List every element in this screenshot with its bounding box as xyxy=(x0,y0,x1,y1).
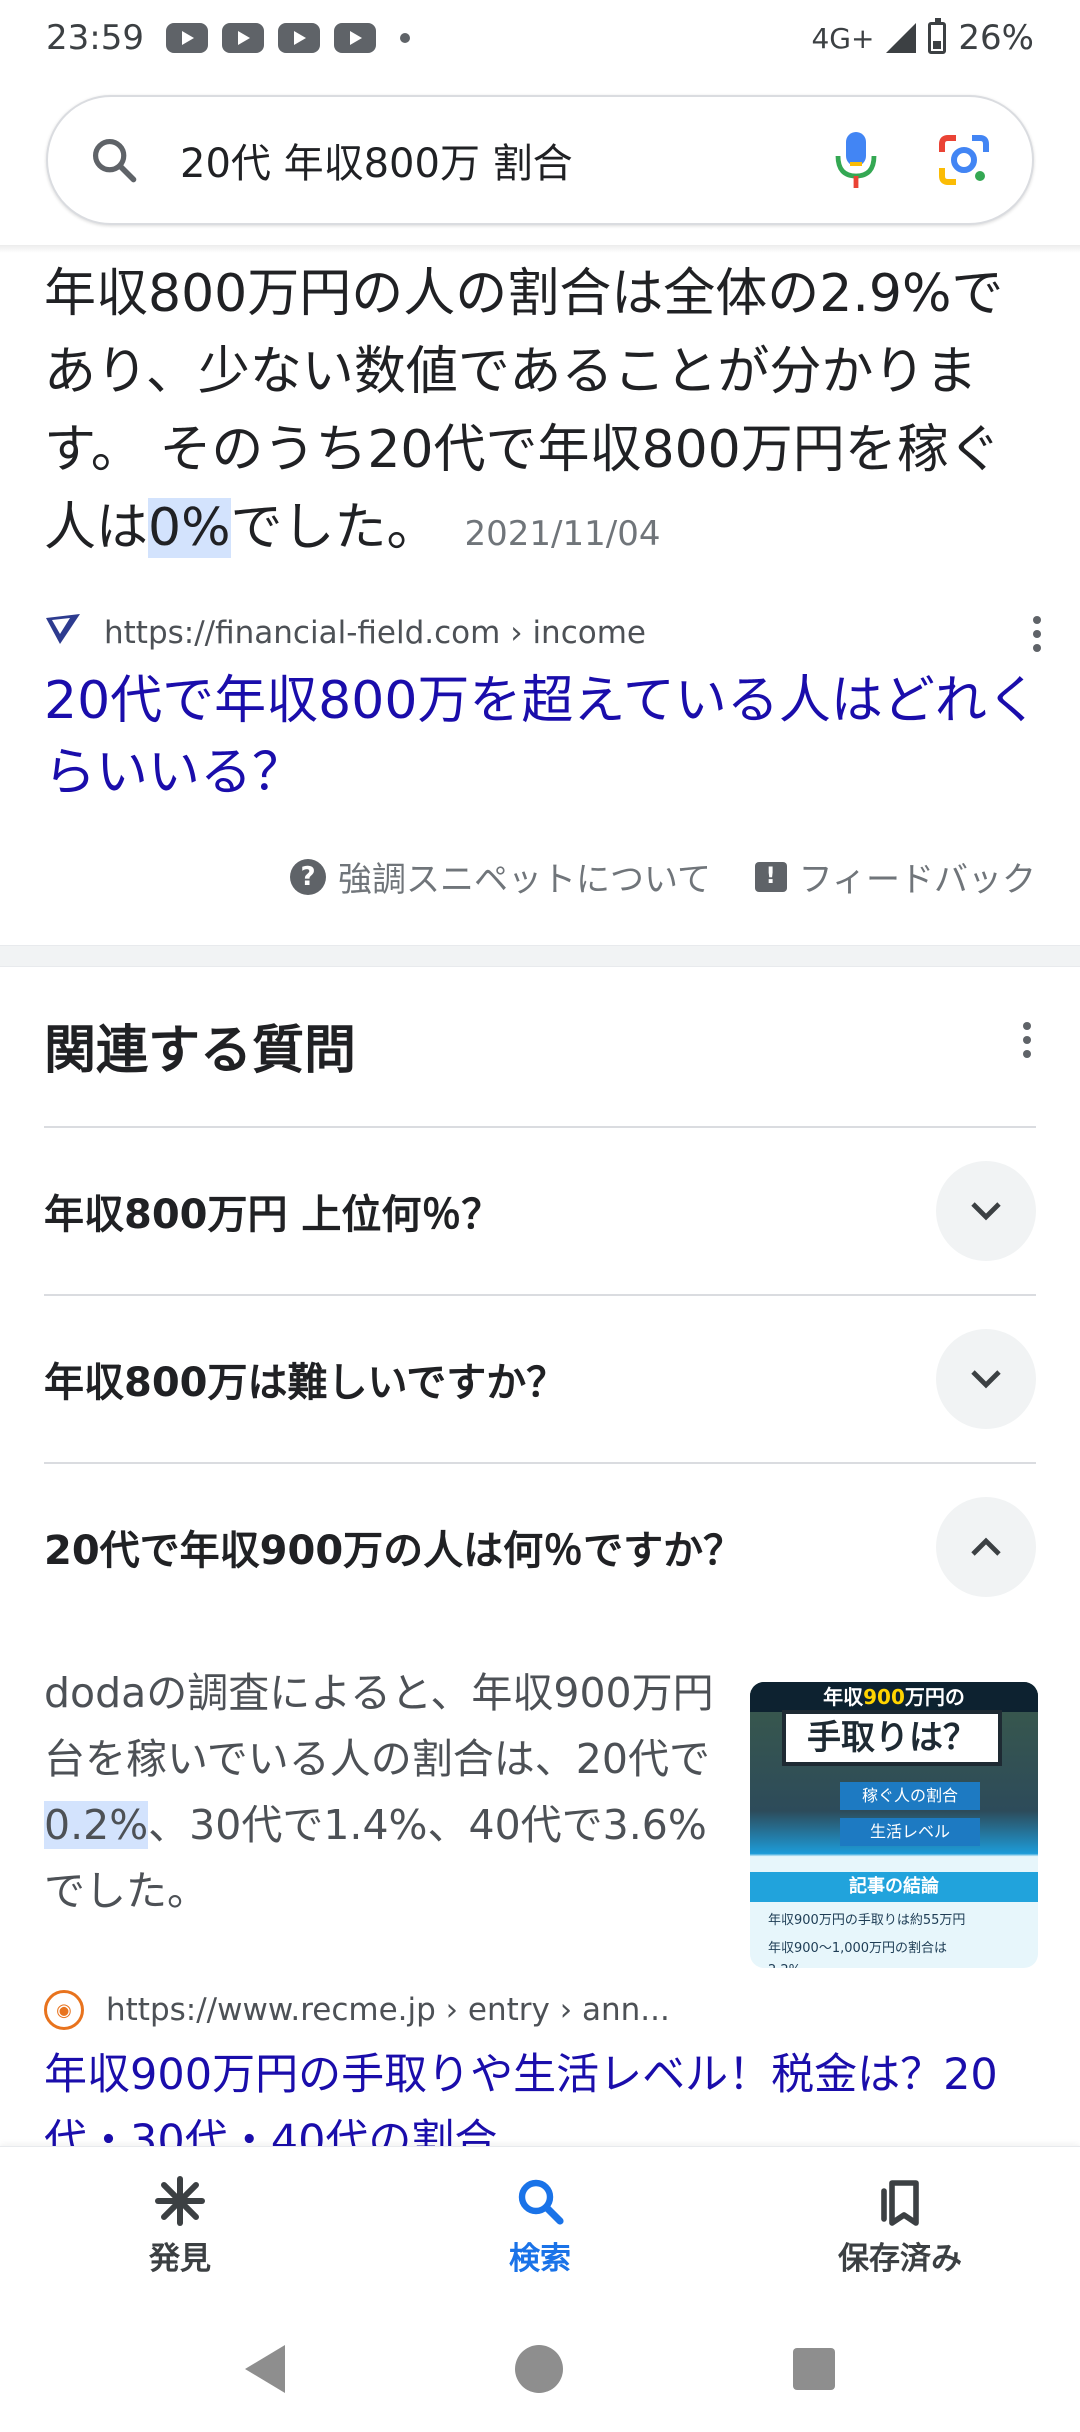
nav-saved-label: 保存済み xyxy=(838,2241,962,2277)
related-question-expanded[interactable]: 20代で年収900万の人は何％ですか？ xyxy=(44,1462,1036,1630)
about-snippet-link[interactable]: ? 強調スニペットについて xyxy=(290,852,711,901)
question-text: 年収800万円 上位何％？ xyxy=(44,1192,502,1238)
thumb-main-text: 手取りは？ xyxy=(782,1710,1002,1766)
answer-source-title-link[interactable]: 年収900万円の手取りや生活レベル！税金は？20代・30代・40代の割合 xyxy=(44,2042,1044,2146)
youtube-notification-icon xyxy=(277,23,320,53)
nav-search[interactable]: 検索 xyxy=(360,2147,720,2306)
google-lens-icon[interactable] xyxy=(936,132,992,188)
network-type: 4G+ xyxy=(811,21,875,55)
youtube-notification-icon xyxy=(165,23,208,53)
more-options-icon[interactable] xyxy=(1030,616,1044,652)
related-question[interactable]: 年収800万円 上位何％？ xyxy=(44,1126,1036,1294)
clock: 23:59 xyxy=(46,18,144,58)
nav-discover-label: 発見 xyxy=(149,2241,211,2277)
status-bar: 23:59 4G+ 26% xyxy=(0,0,1080,76)
answer-thumbnail[interactable]: 年収900万円の 手取りは？ 稼ぐ人の割合 生活レベル 記事の結論 年収900万… xyxy=(750,1682,1038,1968)
nav-discover[interactable]: 発見 xyxy=(0,2147,360,2306)
youtube-notification-icon xyxy=(221,23,264,53)
feedback-label: フィードバック xyxy=(798,860,1036,900)
saved-icon xyxy=(881,2180,919,2226)
snippet-date: 2021/11/04 xyxy=(464,514,661,554)
recent-apps-icon[interactable] xyxy=(793,2348,835,2390)
answer-source-url: https://www.recme.jp › entry › ann... xyxy=(106,1992,670,2028)
thumb-line: 年収900万円の手取りは約55万円 xyxy=(768,1913,966,1928)
result-source[interactable]: https://financial-field.com › income xyxy=(44,612,1044,654)
question-text: 年収800万は難しいですか？ xyxy=(44,1360,567,1406)
search-icon[interactable] xyxy=(88,134,140,186)
related-questions-title: 関連する質問 xyxy=(44,1021,357,1081)
site-favicon-icon xyxy=(44,612,82,654)
about-snippet-label: 強調スニペットについて xyxy=(338,860,711,900)
expanded-answer: dodaの調査によると、年収900万円台を稼いでいる人の割合は、20代で 0.2%… xyxy=(44,1660,724,1924)
search-input[interactable] xyxy=(180,137,834,183)
snippet-highlight: 0% xyxy=(148,498,231,558)
more-notifications-icon xyxy=(399,33,410,43)
answer-text: dodaの調査によると、年収900万円台を稼いでいる人の割合は、20代で xyxy=(44,1669,714,1783)
question-text: 20代で年収900万の人は何％ですか？ xyxy=(44,1528,744,1574)
thumb-band: 記事の結論 xyxy=(750,1872,1038,1902)
answer-highlight: 0.2% xyxy=(44,1801,149,1849)
thumb-line: 年収900〜1,000万円の割合は2.2% xyxy=(768,1941,948,1968)
nav-saved[interactable]: 保存済み xyxy=(720,2147,1080,2306)
chevron-up-icon[interactable] xyxy=(936,1497,1036,1597)
result-title-link[interactable]: 20代で年収800万を超えている人はどれくらいいる？ xyxy=(44,665,1044,809)
youtube-notification-icon xyxy=(333,23,376,53)
help-icon: ? xyxy=(290,858,326,895)
thumb-label: 生活レベル xyxy=(840,1818,980,1846)
system-navigation xyxy=(0,2306,1080,2432)
back-icon[interactable] xyxy=(245,2345,285,2393)
snippet-text-end: でした。 xyxy=(230,498,439,558)
related-questions-list: 年収800万円 上位何％？ 年収800万は難しいですか？ 20代で年収900万の… xyxy=(44,1126,1036,1630)
home-icon[interactable] xyxy=(515,2345,563,2393)
thumb-heading: 年収900万円の xyxy=(750,1682,1038,1712)
thumb-label: 稼ぐ人の割合 xyxy=(840,1782,980,1810)
discover-icon xyxy=(155,2176,205,2226)
search-nav-icon xyxy=(518,2179,564,2225)
battery-icon xyxy=(928,18,947,54)
signal-icon xyxy=(886,23,917,53)
header-shadow xyxy=(0,245,1080,253)
nav-search-label: 検索 xyxy=(509,2241,571,2277)
related-more-options-icon[interactable] xyxy=(1020,1022,1034,1058)
answer-source[interactable]: ◉ https://www.recme.jp › entry › ann... xyxy=(44,1990,1044,2030)
feedback-icon: ! xyxy=(754,861,787,892)
related-question[interactable]: 年収800万は難しいですか？ xyxy=(44,1294,1036,1462)
bottom-navigation: 発見 検索 保存済み xyxy=(0,2146,1080,2306)
chevron-down-icon[interactable] xyxy=(936,1161,1036,1261)
search-bar[interactable] xyxy=(46,95,1034,225)
snippet-feedback-row: ? 強調スニペットについて ! フィードバック xyxy=(290,852,1036,901)
voice-search-icon[interactable] xyxy=(834,130,878,190)
chevron-down-icon[interactable] xyxy=(936,1329,1036,1429)
featured-snippet: 年収800万円の人の割合は全体の2.9%であり、少ない数値であることが分かります… xyxy=(44,255,1044,573)
feedback-link[interactable]: ! フィードバック xyxy=(754,852,1036,901)
battery-level: 26% xyxy=(958,18,1034,58)
result-url: https://financial-field.com › income xyxy=(104,615,646,651)
recme-favicon-icon: ◉ xyxy=(44,1990,84,2030)
section-divider xyxy=(0,945,1080,967)
